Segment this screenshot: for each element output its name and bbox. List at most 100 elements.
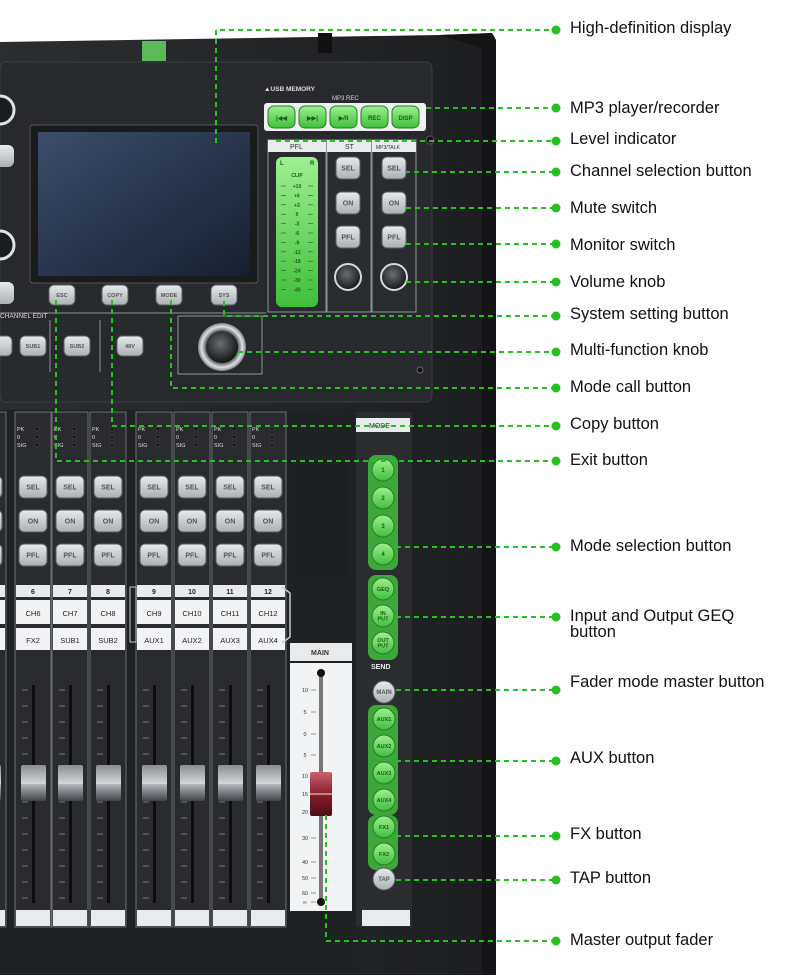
channel-fader-cap[interactable]	[58, 765, 83, 801]
channel-on-button[interactable]: ON	[215, 509, 245, 533]
mp3-button-3[interactable]: ▶/II	[329, 105, 358, 129]
channel-on-button[interactable]: ON	[0, 510, 3, 532]
sub2-button[interactable]: SUB2	[63, 335, 91, 357]
channel-on-button-label: ON	[103, 519, 114, 526]
master-scale-tick: ∞	[303, 900, 307, 906]
fx1-send-button[interactable]: FX1	[372, 815, 396, 839]
channel-strip: PK 0 SIG SEL ON PFL 6 CH6 FX2	[14, 411, 52, 928]
channel-on-button[interactable]: ON	[55, 509, 85, 533]
multi-function-knob[interactable]	[198, 323, 246, 371]
channel-sel-button[interactable]: SEL	[18, 475, 48, 499]
st-volume-knob[interactable]	[334, 263, 362, 291]
channel-pfl-button[interactable]: PFL	[253, 543, 283, 567]
copy-button[interactable]: COPY	[101, 284, 129, 306]
phantom-48v-button[interactable]: 48V	[116, 335, 144, 357]
aux-callout-label: AUX button	[570, 749, 655, 767]
channel-fader-cap[interactable]	[96, 765, 121, 801]
channel-bus: AUX1	[144, 636, 164, 645]
sub1-button[interactable]: SUB1	[19, 335, 47, 357]
channel-sel-button[interactable]: SEL	[0, 476, 3, 498]
aux4-send-button[interactable]: AUX4	[372, 788, 396, 812]
channel-number: 7	[68, 589, 72, 596]
fx2-send-button[interactable]: FX2	[372, 842, 396, 866]
mp3-button-2[interactable]: ▶▶|	[298, 105, 327, 129]
channel-pfl-button[interactable]: PFL	[139, 543, 169, 567]
led	[231, 442, 237, 448]
sub-left-button[interactable]	[0, 335, 13, 357]
mp3-talk-pfl-button[interactable]: PFL	[381, 225, 407, 249]
mp3-rec-label: MP3 REC	[332, 96, 359, 102]
st-sel-button[interactable]: SEL	[335, 156, 361, 180]
mp3-volume-knob[interactable]	[380, 263, 408, 291]
channel-pfl-button[interactable]: PFL	[177, 543, 207, 567]
aux3-send-button-label: AUX3	[377, 771, 392, 777]
meter-tick: +3	[294, 203, 300, 209]
channel-pfl-button[interactable]: PFL	[55, 543, 85, 567]
channel-number: 6	[31, 589, 35, 596]
channel-sel-button[interactable]: SEL	[177, 475, 207, 499]
master-scale-tick: 60	[302, 891, 308, 897]
mp3-talk-on-button[interactable]: ON	[381, 191, 407, 215]
channel-name: CH9	[146, 609, 161, 618]
channel-name: CH11	[221, 609, 240, 618]
channel-fader-cap[interactable]	[21, 765, 46, 801]
channel-name: CH12	[258, 609, 277, 618]
mp3-button-1[interactable]: |◀◀	[267, 105, 296, 129]
channel-sel-button[interactable]: SEL	[93, 475, 123, 499]
tap-send-button[interactable]: TAP	[372, 867, 396, 891]
channel-fader-cap[interactable]	[0, 765, 1, 801]
channel-fader-cap[interactable]	[218, 765, 243, 801]
main-send-button[interactable]: MAIN	[372, 680, 396, 704]
channel-fader-cap[interactable]	[142, 765, 167, 801]
channel-on-button[interactable]: ON	[18, 509, 48, 533]
aux3-send-button[interactable]: AUX3	[372, 761, 396, 785]
master-scale-tick: 40	[302, 860, 308, 866]
channel-fader-cap[interactable]	[256, 765, 281, 801]
mp3-button-4[interactable]: REC	[360, 105, 389, 129]
sub1-button-label: SUB1	[26, 344, 41, 350]
led	[193, 442, 199, 448]
channel-strip: PK 0 SIG SEL ON PFL 8 CH8 SUB2	[89, 411, 127, 928]
channel-sel-button[interactable]: SEL	[215, 475, 245, 499]
channel-on-button[interactable]: ON	[93, 509, 123, 533]
st-on-button[interactable]: ON	[335, 191, 361, 215]
in-put-geq-button[interactable]: INPUT	[371, 604, 395, 628]
scribble-strip	[251, 910, 285, 926]
mode-button-4[interactable]: 4	[371, 542, 395, 566]
out-put-geq-button[interactable]: OUTPUT	[371, 631, 395, 655]
mode-button[interactable]: MODE	[155, 284, 183, 306]
channel-bus: AUX2	[182, 636, 202, 645]
led	[34, 442, 40, 448]
mode-button-2[interactable]: 2	[371, 486, 395, 510]
mode-button-3[interactable]: 3	[371, 514, 395, 538]
channel-pfl-button[interactable]: PFL	[0, 544, 3, 566]
geq-geq-button[interactable]: GEQ	[371, 577, 395, 601]
channel-fader-cap[interactable]	[180, 765, 205, 801]
phantom-48v-button-label: 48V	[125, 344, 135, 350]
led	[155, 426, 161, 432]
mp3-button-5[interactable]: DISP	[391, 105, 420, 129]
channel-bus: FX2	[26, 636, 40, 645]
channel-pfl-button[interactable]: PFL	[215, 543, 245, 567]
master-fader-cap[interactable]	[310, 772, 332, 816]
channel-on-button[interactable]: ON	[177, 509, 207, 533]
st-pfl-button[interactable]: PFL	[335, 225, 361, 249]
channel-on-button[interactable]: ON	[253, 509, 283, 533]
aux1-send-button-label: AUX1	[377, 717, 392, 723]
master-scale-tick: 30	[302, 836, 308, 842]
mode-button-1[interactable]: 1	[371, 458, 395, 482]
channel-strip: PK0SIGSELONPFL7CH7SUB1	[51, 411, 89, 928]
channel-sel-button[interactable]: SEL	[139, 475, 169, 499]
aux1-send-button[interactable]: AUX1	[372, 707, 396, 731]
channel-on-button[interactable]: ON	[139, 509, 169, 533]
channel-pfl-button[interactable]: PFL	[93, 543, 123, 567]
channel-sel-button[interactable]: SEL	[55, 475, 85, 499]
led-label: 0	[17, 435, 20, 441]
aux2-send-button[interactable]: AUX2	[372, 734, 396, 758]
channel-sel-button[interactable]: SEL	[253, 475, 283, 499]
channel-number: 10	[188, 589, 196, 596]
esc-button[interactable]: ESC	[48, 284, 76, 306]
mp3-talk-sel-button[interactable]: SEL	[381, 156, 407, 180]
meter-tick: -3	[295, 222, 300, 228]
channel-pfl-button[interactable]: PFL	[18, 543, 48, 567]
